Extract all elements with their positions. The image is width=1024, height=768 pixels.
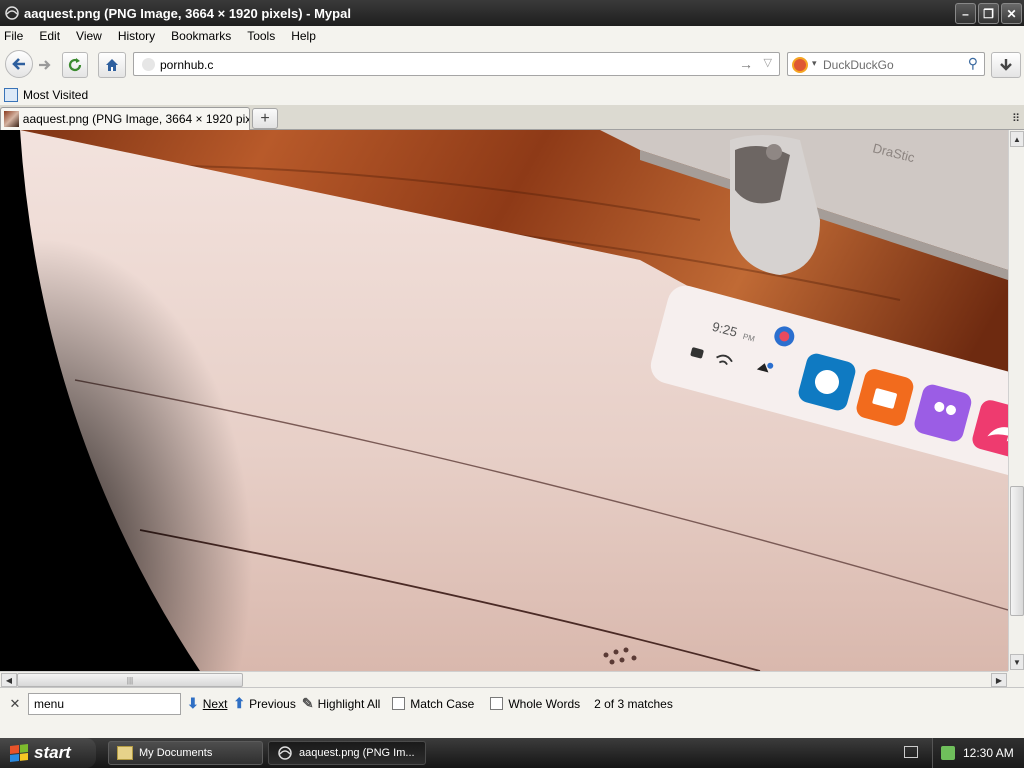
menu-bar: File Edit View History Bookmarks Tools H… <box>0 26 1024 46</box>
menu-bookmarks[interactable]: Bookmarks <box>171 29 231 43</box>
menu-view[interactable]: View <box>76 29 102 43</box>
search-icon[interactable]: ⚲ <box>968 55 978 72</box>
highlighter-icon: ✎ <box>301 695 314 711</box>
menu-help[interactable]: Help <box>291 29 316 43</box>
menu-history[interactable]: History <box>118 29 155 43</box>
maximize-icon: ❐ <box>983 6 994 21</box>
url-bar[interactable]: pornhub.c → ▽ <box>133 52 780 76</box>
horizontal-scroll-thumb[interactable]: ||| <box>17 673 243 687</box>
tab-favicon <box>4 111 19 127</box>
up-arrow-icon: ⬆ <box>233 695 246 711</box>
bookmarks-toolbar: Most Visited <box>0 84 1024 105</box>
mypal-app-icon <box>5 6 19 20</box>
engine-dropdown-icon[interactable]: ▾ <box>812 58 817 69</box>
tab-label: aaquest.png (PNG Image, 3664 × 1920 pixe… <box>22 112 249 126</box>
forward-button[interactable] <box>34 52 56 78</box>
scroll-down-arrow-icon[interactable]: ▼ <box>1010 654 1024 670</box>
whole-words-box[interactable] <box>490 697 504 710</box>
title-bar: aaquest.png (PNG Image, 3664 × 1920 pixe… <box>0 0 1024 26</box>
minimize-icon: – <box>962 6 969 21</box>
match-case-label: Match Case <box>410 696 475 711</box>
mypal-taskbar-icon <box>278 746 292 760</box>
horizontal-scrollbar[interactable]: ◀ ||| ▶ <box>0 671 1008 687</box>
plus-icon: + <box>260 109 270 127</box>
highlight-all-button[interactable]: ✎ Highlight All <box>302 695 380 712</box>
image-viewport[interactable]: DraStic 9:25 PM <box>0 130 1008 671</box>
menu-tools[interactable]: Tools <box>247 29 275 43</box>
back-arrow-icon <box>12 58 25 70</box>
keyboard-layout-icon[interactable] <box>904 746 918 758</box>
vertical-scrollbar[interactable]: ▲ ▼ <box>1008 130 1024 671</box>
search-input[interactable]: DuckDuckGo <box>823 58 894 72</box>
tab-aaquest[interactable]: aaquest.png (PNG Image, 3664 × 1920 pixe… <box>0 107 250 130</box>
url-dropdown-icon[interactable]: ▽ <box>764 56 772 69</box>
reload-icon <box>68 58 82 72</box>
folder-icon <box>117 746 133 760</box>
find-close-icon[interactable]: ✕ <box>4 696 26 712</box>
tab-strip: aaquest.png (PNG Image, 3664 × 1920 pixe… <box>0 105 1024 130</box>
close-button[interactable]: ✕ <box>1001 3 1022 24</box>
bookmark-folder-icon <box>4 87 18 102</box>
download-arrow-icon <box>1000 59 1012 71</box>
whole-words-checkbox[interactable]: Whole Words <box>490 697 580 711</box>
start-button[interactable]: start <box>0 738 96 768</box>
windows-logo-icon <box>10 744 28 762</box>
find-next-button[interactable]: ⬇ Next <box>187 695 227 712</box>
system-tray: 12:30 AM <box>932 738 1024 768</box>
scrollbar-corner <box>1008 671 1024 687</box>
tab-list-icon[interactable]: ⠿ <box>1012 112 1020 125</box>
status-strip <box>0 719 1024 738</box>
tray-network-icon[interactable] <box>941 746 955 760</box>
maximize-button[interactable]: ❐ <box>978 3 999 24</box>
close-icon: ✕ <box>1006 6 1017 21</box>
displayed-image: DraStic 9:25 PM <box>0 130 1008 671</box>
bookmark-most-visited[interactable]: Most Visited <box>23 88 88 102</box>
find-next-label: Next <box>202 696 228 711</box>
menu-file[interactable]: File <box>4 29 23 43</box>
window-title: aaquest.png (PNG Image, 3664 × 1920 pixe… <box>24 5 351 21</box>
back-button[interactable] <box>5 50 33 78</box>
taskbar: start My Documents aaquest.png (PNG Im..… <box>0 738 1024 768</box>
forward-arrow-icon <box>39 60 51 70</box>
taskbar-my-documents-label: My Documents <box>139 747 213 759</box>
site-identity-icon[interactable] <box>142 58 155 71</box>
down-arrow-icon: ⬇ <box>187 695 199 711</box>
vertical-scroll-thumb[interactable] <box>1010 486 1024 616</box>
url-input[interactable]: pornhub.c <box>160 58 213 72</box>
search-bar[interactable]: ▾ DuckDuckGo ⚲ <box>787 52 985 76</box>
match-case-checkbox[interactable]: Match Case <box>392 697 474 711</box>
scroll-right-arrow-icon[interactable]: ▶ <box>991 673 1007 687</box>
find-status: 2 of 3 matches <box>594 696 673 711</box>
menu-edit[interactable]: Edit <box>39 29 60 43</box>
taskbar-my-documents[interactable]: My Documents <box>108 741 263 765</box>
reload-button[interactable] <box>62 52 88 78</box>
minimize-button[interactable]: – <box>955 3 976 24</box>
find-previous-button[interactable]: ⬆ Previous <box>233 695 295 712</box>
duckduckgo-engine-icon[interactable] <box>792 57 808 73</box>
taskbar-mypal-label: aaquest.png (PNG Im... <box>299 747 415 759</box>
start-label: start <box>34 743 71 762</box>
scroll-left-arrow-icon[interactable]: ◀ <box>1 673 17 687</box>
find-input[interactable] <box>28 692 181 715</box>
find-previous-label: Previous <box>249 696 296 711</box>
find-bar: ✕ ⬇ Next ⬆ Previous ✎ Highlight All Matc… <box>0 687 1024 719</box>
taskbar-mypal-window[interactable]: aaquest.png (PNG Im... <box>268 741 426 765</box>
highlight-all-label: Highlight All <box>317 696 381 711</box>
home-button[interactable] <box>98 52 126 78</box>
tray-clock[interactable]: 12:30 AM <box>963 746 1014 760</box>
match-case-box[interactable] <box>392 697 406 710</box>
go-arrow-icon[interactable]: → <box>739 56 753 72</box>
scroll-up-arrow-icon[interactable]: ▲ <box>1010 131 1024 147</box>
new-tab-button[interactable]: + <box>252 108 278 129</box>
whole-words-label: Whole Words <box>508 696 581 711</box>
home-icon <box>106 59 118 71</box>
downloads-button[interactable] <box>991 52 1021 78</box>
